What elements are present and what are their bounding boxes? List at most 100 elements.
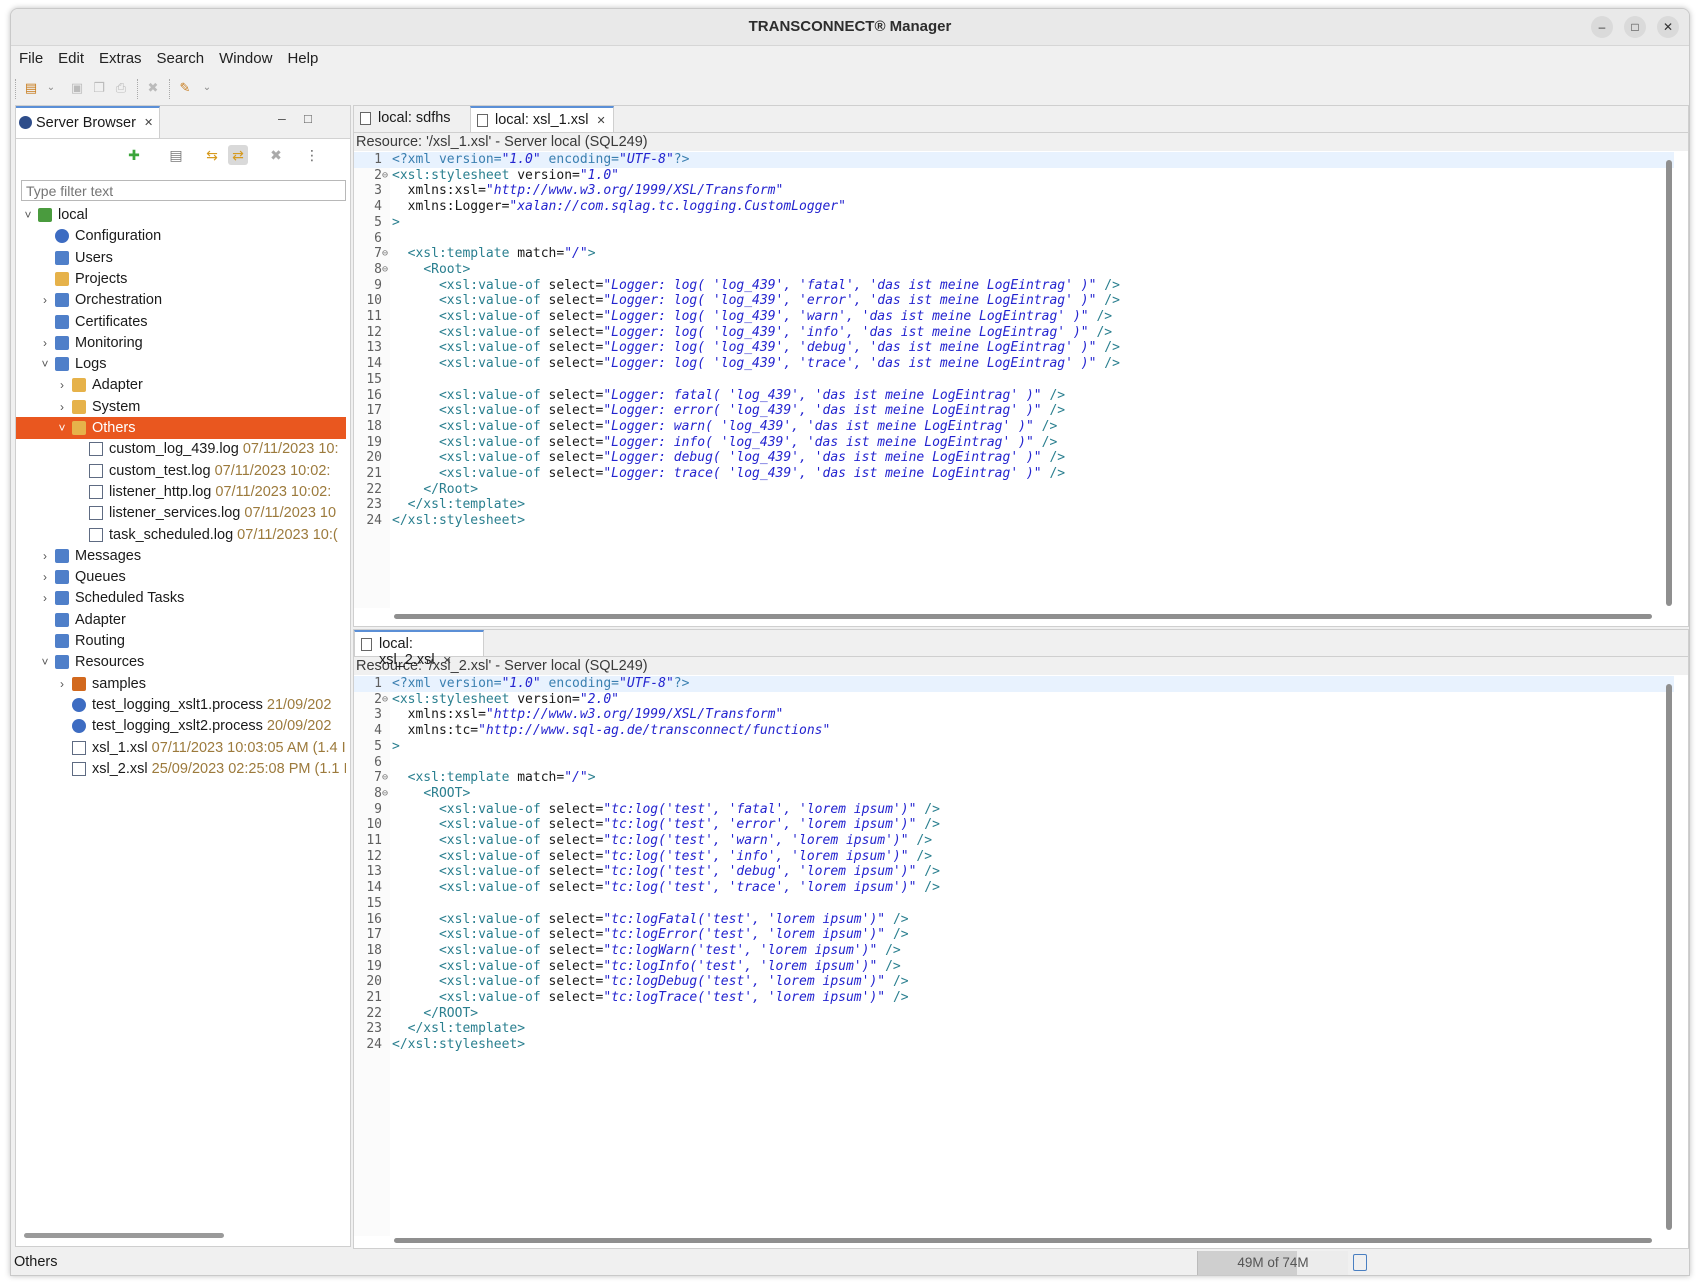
tree-item[interactable]: › Monitoring: [16, 332, 346, 354]
code-line: 3 xmlns:xsl="http://www.w3.org/1999/XSL/…: [354, 183, 1674, 199]
tab-server-browser[interactable]: Server Browser ✕: [16, 106, 160, 138]
tree-item[interactable]: custom_test.log 07/11/2023 10:02:: [16, 460, 346, 482]
collapse-twistie-icon[interactable]: ˅: [22, 204, 34, 226]
tree-item[interactable]: › Adapter: [16, 374, 346, 396]
menu-file[interactable]: File: [11, 47, 50, 67]
expand-twistie-icon[interactable]: ›: [56, 673, 68, 695]
line-number: 19: [366, 958, 382, 974]
maximize-button[interactable]: □: [1624, 16, 1646, 38]
collapse-twistie-icon[interactable]: ˅: [39, 353, 51, 375]
vertical-scrollbar[interactable]: [1666, 684, 1672, 1230]
delete-icon[interactable]: ✖: [143, 78, 163, 98]
menu-window[interactable]: Window: [211, 47, 279, 67]
tree-item[interactable]: Routing: [16, 630, 346, 652]
add-icon[interactable]: ✚: [124, 145, 144, 165]
menu-search[interactable]: Search: [149, 47, 212, 67]
save-all-icon[interactable]: ❐: [89, 78, 109, 98]
tree-item[interactable]: test_logging_xslt2.process 20/09/202: [16, 715, 346, 737]
fold-icon[interactable]: ⊖: [382, 246, 392, 262]
code-line: 1 <?xml version="1.0" encoding="UTF-8"?>: [354, 152, 1674, 168]
garbage-collect-icon[interactable]: [1353, 1254, 1367, 1271]
minimize-view-icon[interactable]: –: [278, 110, 286, 126]
code-line: 14 <xsl:value-of select="Logger: log( 'l…: [354, 356, 1674, 372]
tree-item[interactable]: ˅ Resources: [16, 651, 346, 673]
tab-local-xsl-2[interactable]: local: xsl_2.xsl ✕: [354, 630, 484, 668]
tree-item[interactable]: Certificates: [16, 311, 346, 333]
code-editor[interactable]: 1 <?xml version="1.0" encoding="UTF-8"?> 2…: [354, 676, 1688, 1236]
remove-icon[interactable]: ✖: [266, 145, 286, 165]
close-button[interactable]: ✕: [1657, 16, 1679, 38]
expand-twistie-icon[interactable]: ›: [39, 289, 51, 311]
tree-item[interactable]: custom_log_439.log 07/11/2023 10:: [16, 438, 346, 460]
minimize-button[interactable]: –: [1591, 16, 1613, 38]
connect-icon[interactable]: ✎: [175, 78, 195, 98]
tree-item[interactable]: test_logging_xslt1.process 21/09/202: [16, 694, 346, 716]
line-number: 14: [366, 356, 382, 372]
tree-item[interactable]: ˅ Logs: [16, 353, 346, 375]
expand-twistie-icon[interactable]: ›: [56, 396, 68, 418]
tree-item[interactable]: › Orchestration: [16, 289, 346, 311]
maximize-view-icon[interactable]: □: [304, 111, 312, 126]
expand-twistie-icon[interactable]: ›: [39, 545, 51, 567]
orchestration-icon: [55, 293, 69, 308]
close-tab-icon[interactable]: ✕: [443, 655, 452, 667]
code-line: 17 <xsl:value-of select="Logger: error( …: [354, 403, 1674, 419]
collapse-twistie-icon[interactable]: ˅: [39, 651, 51, 673]
window-title: TRANSCONNECT® Manager: [748, 18, 952, 35]
code-editor[interactable]: 1 <?xml version="1.0" encoding="UTF-8"?> 2…: [354, 152, 1688, 608]
code-text: </xsl:stylesheet>: [392, 513, 526, 529]
fold-icon[interactable]: ⊖: [382, 168, 392, 184]
new-dropdown-icon[interactable]: ⌄: [41, 78, 61, 98]
link-editor-icon[interactable]: ⇄: [228, 145, 248, 165]
horizontal-scrollbar[interactable]: [394, 614, 1652, 619]
tab-local-sdfhs[interactable]: local: sdfhs: [354, 106, 470, 132]
tree-item[interactable]: xsl_2.xsl 25/09/2023 02:25:08 PM (1.1 I: [16, 758, 346, 780]
code-line: 8 ⊖ <ROOT>: [354, 786, 1674, 802]
line-number: 23: [366, 497, 382, 513]
close-tab-icon[interactable]: ✕: [144, 116, 153, 129]
vertical-scrollbar[interactable]: [1666, 160, 1672, 606]
menu-help[interactable]: Help: [279, 47, 325, 67]
print-icon[interactable]: ⎙: [111, 78, 131, 98]
tree-item[interactable]: listener_http.log 07/11/2023 10:02:: [16, 481, 346, 503]
collapse-twistie-icon[interactable]: ˅: [56, 417, 68, 439]
tree-item[interactable]: Configuration: [16, 225, 346, 247]
tree-item[interactable]: Adapter: [16, 609, 346, 631]
view-menu-icon[interactable]: ⋮: [302, 145, 322, 165]
tree-item[interactable]: › System: [16, 396, 346, 418]
fold-icon[interactable]: ⊖: [382, 770, 392, 786]
filter-input[interactable]: [21, 180, 346, 201]
tree-item[interactable]: › samples: [16, 673, 346, 695]
menu-edit[interactable]: Edit: [50, 47, 91, 67]
tree-item[interactable]: xsl_1.xsl 07/11/2023 10:03:05 AM (1.4 I: [16, 737, 346, 759]
expand-twistie-icon[interactable]: ›: [39, 566, 51, 588]
tree-item[interactable]: › Messages: [16, 545, 346, 567]
new-icon[interactable]: ▤: [21, 78, 41, 98]
tree-item[interactable]: task_scheduled.log 07/11/2023 10:(: [16, 524, 346, 546]
tab-local-xsl-1[interactable]: local: xsl_1.xsl ✕: [470, 106, 614, 132]
tree-item[interactable]: listener_services.log 07/11/2023 10: [16, 502, 346, 524]
tree-item[interactable]: Projects: [16, 268, 346, 290]
line-number: 5: [374, 738, 382, 754]
connect-dropdown-icon[interactable]: ⌄: [197, 78, 217, 98]
horizontal-scrollbar[interactable]: [24, 1233, 224, 1238]
close-tab-icon[interactable]: ✕: [596, 115, 605, 127]
expand-twistie-icon[interactable]: ›: [39, 587, 51, 609]
fold-icon[interactable]: ⊖: [382, 692, 392, 708]
menu-extras[interactable]: Extras: [91, 47, 149, 67]
fold-icon[interactable]: ⊖: [382, 786, 392, 802]
horizontal-scrollbar[interactable]: [394, 1238, 1652, 1243]
save-icon[interactable]: ▣: [67, 78, 87, 98]
refresh-icon[interactable]: ⇆: [202, 145, 222, 165]
collapse-all-icon[interactable]: ▤: [166, 145, 186, 165]
tree-item[interactable]: Users: [16, 247, 346, 269]
tree-item[interactable]: ˅ local: [16, 204, 346, 226]
tree-item[interactable]: ˅ Others: [16, 417, 346, 439]
tab-label: local: xsl_1.xsl: [495, 112, 589, 128]
expand-twistie-icon[interactable]: ›: [56, 374, 68, 396]
tree-item[interactable]: › Scheduled Tasks: [16, 587, 346, 609]
heap-status[interactable]: 49M of 74M: [1197, 1251, 1348, 1275]
tree-item[interactable]: › Queues: [16, 566, 346, 588]
expand-twistie-icon[interactable]: ›: [39, 332, 51, 354]
fold-icon[interactable]: ⊖: [382, 262, 392, 278]
